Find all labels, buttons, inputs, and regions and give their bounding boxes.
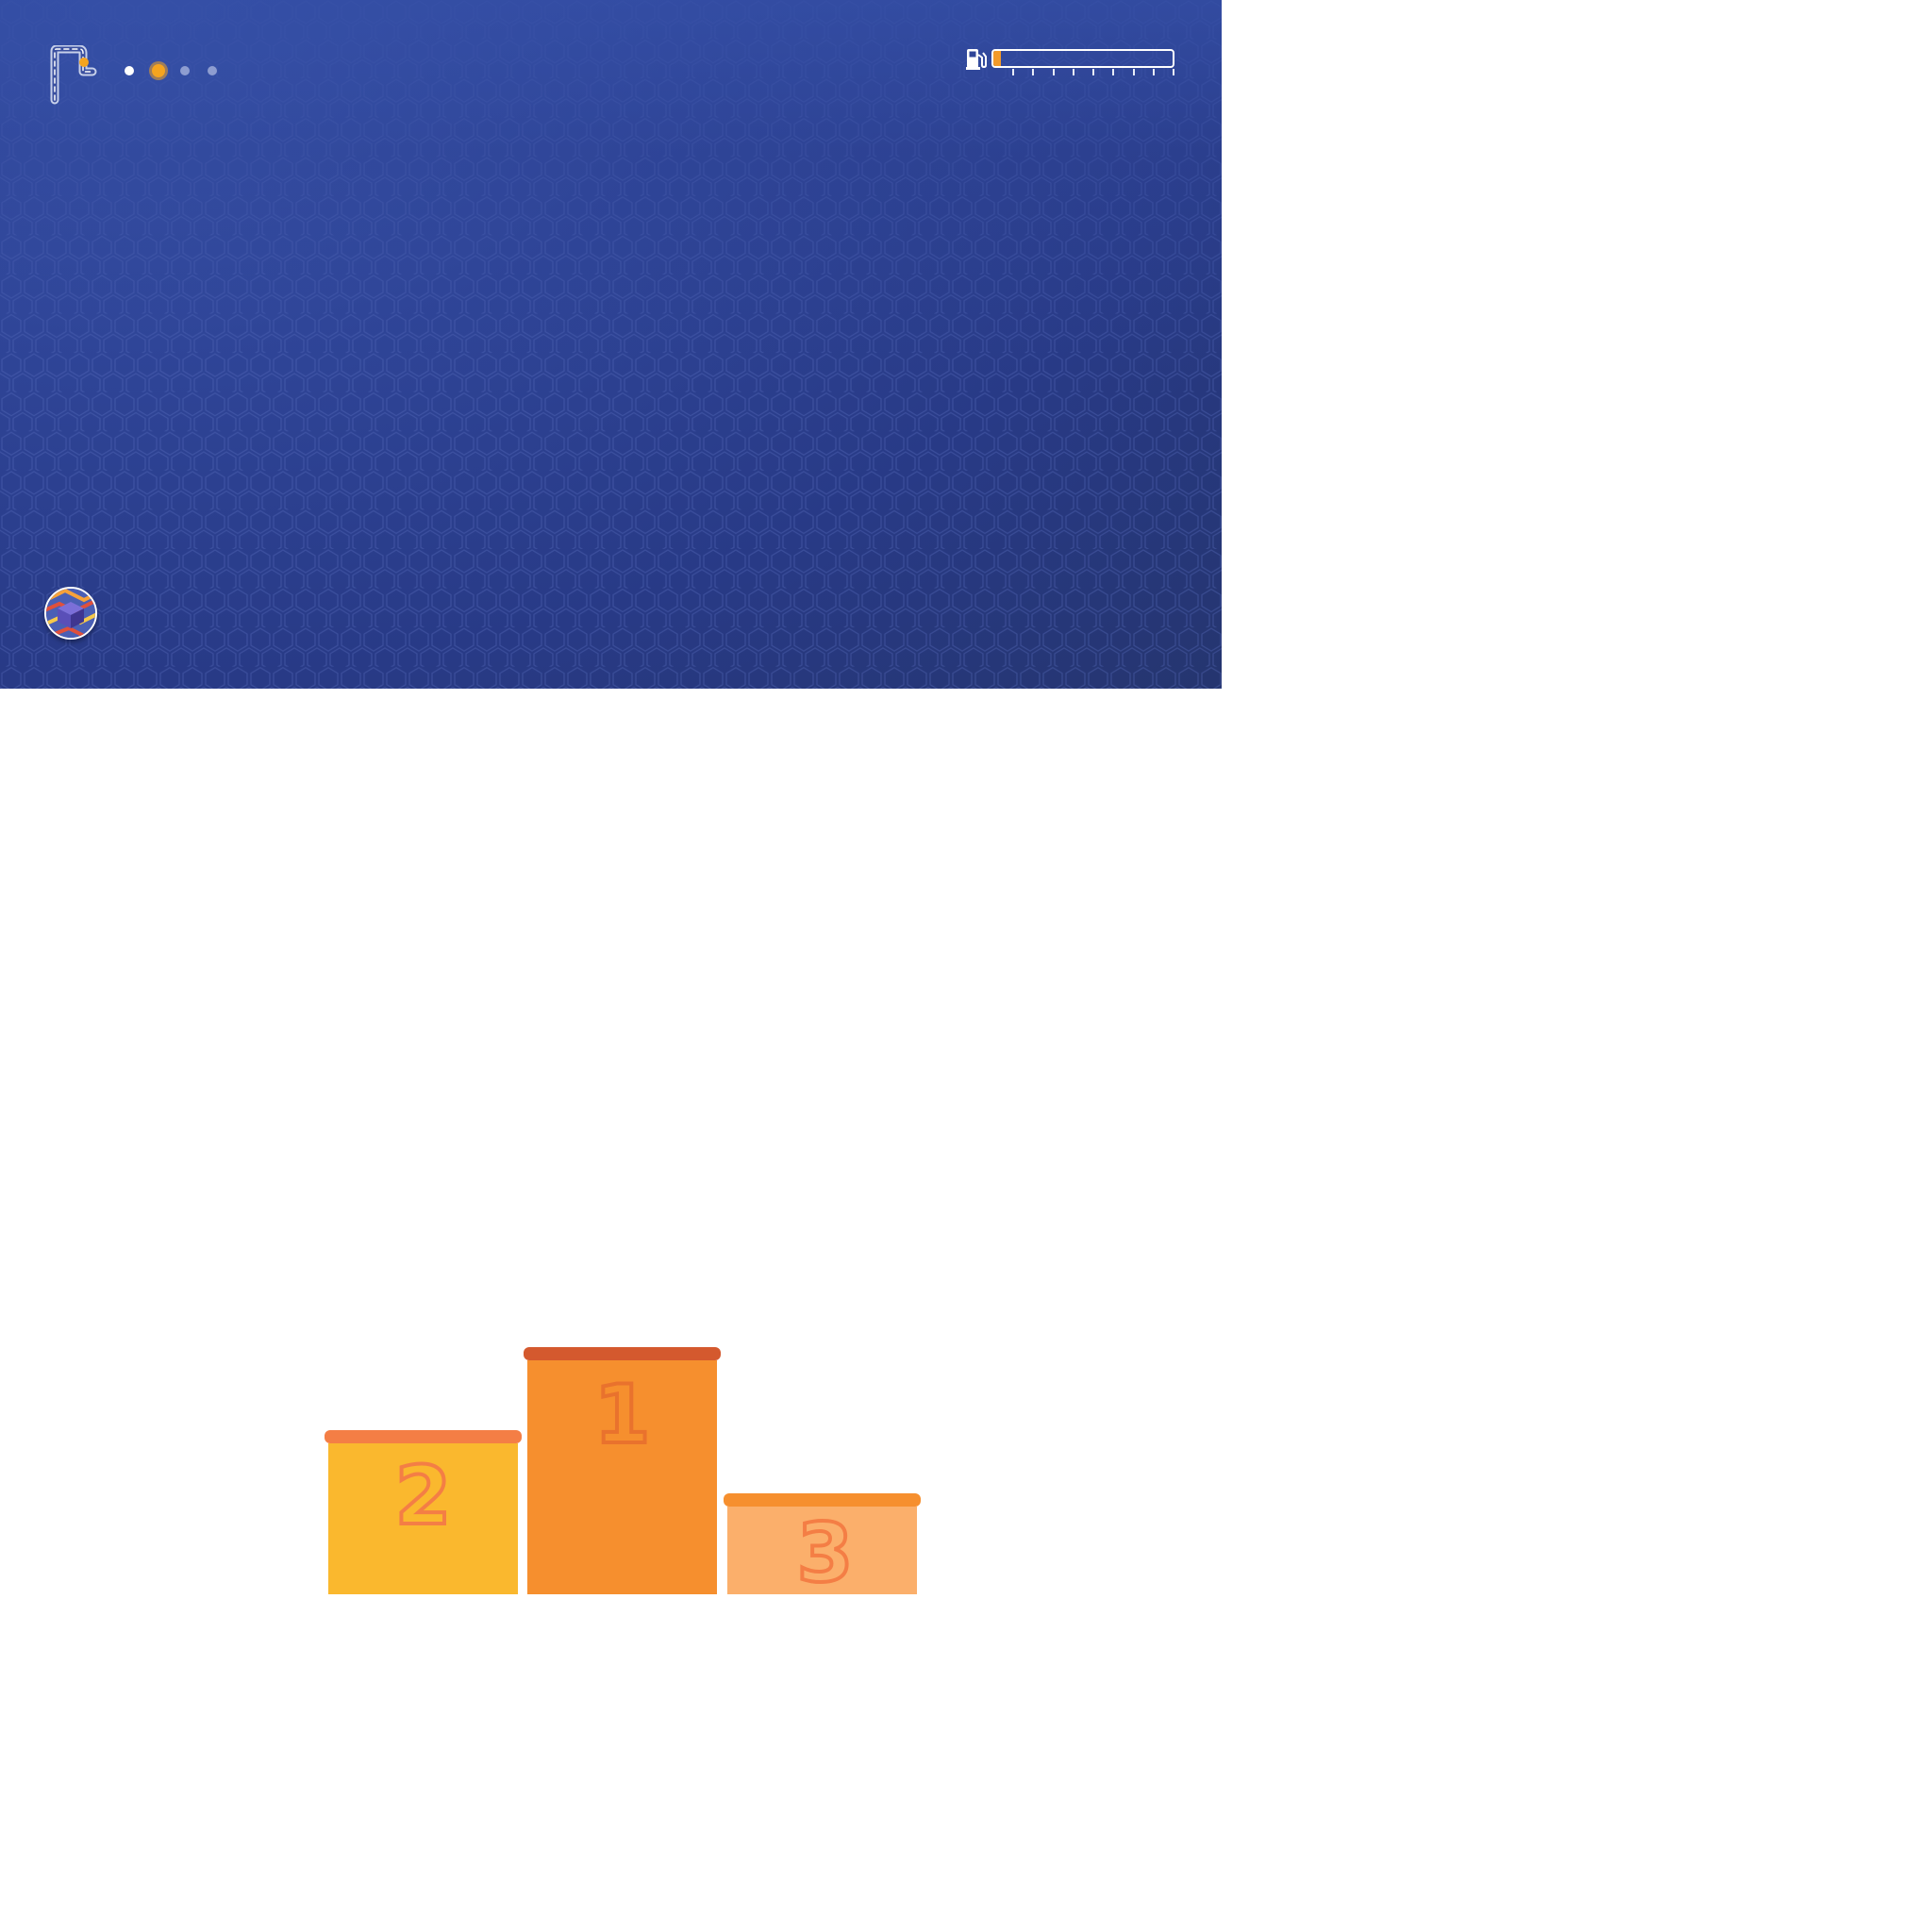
warehouse-avatar-icon	[46, 589, 95, 638]
background-fade	[0, 0, 1222, 689]
podium-block	[328, 1443, 518, 1594]
podium-lid	[724, 1493, 921, 1507]
fuel-pump-icon	[966, 49, 987, 70]
podium-rank-label: 2	[393, 1447, 454, 1545]
fuel-tick	[1052, 69, 1055, 75]
fuel-gauge-ticks	[991, 69, 1174, 76]
fuel-tick	[1012, 69, 1014, 75]
player-avatar[interactable]	[44, 587, 97, 640]
podium-block	[727, 1507, 917, 1594]
podium-rank-label: 1	[592, 1366, 653, 1464]
fuel-tick	[1152, 69, 1155, 75]
level-dot-completed[interactable]	[125, 66, 134, 75]
podium-place-1: 1	[524, 1347, 721, 1594]
game-screen	[0, 0, 1222, 689]
fuel-gauge	[991, 49, 1174, 68]
fuel-tick	[1032, 69, 1035, 75]
fuel-tick	[1173, 69, 1174, 75]
route-path-icon[interactable]	[45, 45, 98, 106]
fuel-tick	[1092, 69, 1094, 75]
level-dot-current[interactable]	[152, 64, 165, 77]
podium-place-2: 2	[325, 1430, 522, 1594]
level-dot-locked[interactable]	[208, 66, 217, 75]
fuel-tick	[1112, 69, 1115, 75]
podium-place-3: 3	[724, 1493, 921, 1603]
level-dot-locked[interactable]	[180, 66, 190, 75]
fuel-tick	[1072, 69, 1074, 75]
level-progress-dots	[125, 60, 235, 81]
fuel-tick	[1132, 69, 1135, 75]
podium-lid	[524, 1347, 721, 1360]
podium-rank-label: 3	[795, 1505, 856, 1603]
fuel-gauge-fill	[993, 51, 1001, 66]
podium-lid	[325, 1430, 522, 1443]
podium-block	[527, 1360, 717, 1594]
